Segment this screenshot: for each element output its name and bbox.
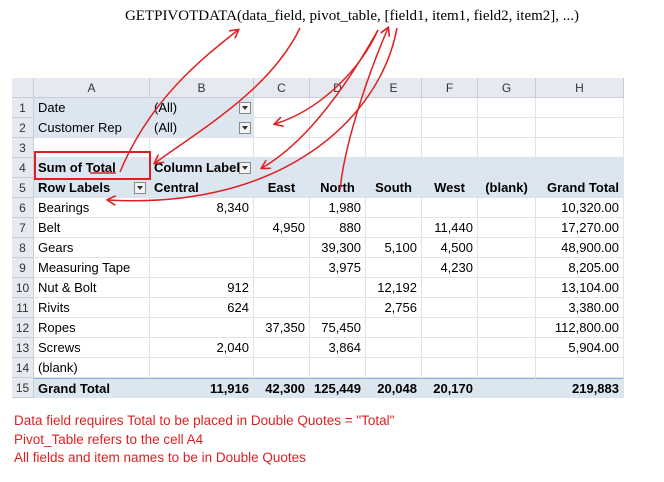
arrow-data-field — [119, 30, 238, 173]
highlight-box — [34, 151, 151, 180]
annotation-arrows — [34, 0, 398, 482]
arrow-field2 — [339, 28, 388, 191]
arrow-pivot-table — [155, 27, 301, 163]
